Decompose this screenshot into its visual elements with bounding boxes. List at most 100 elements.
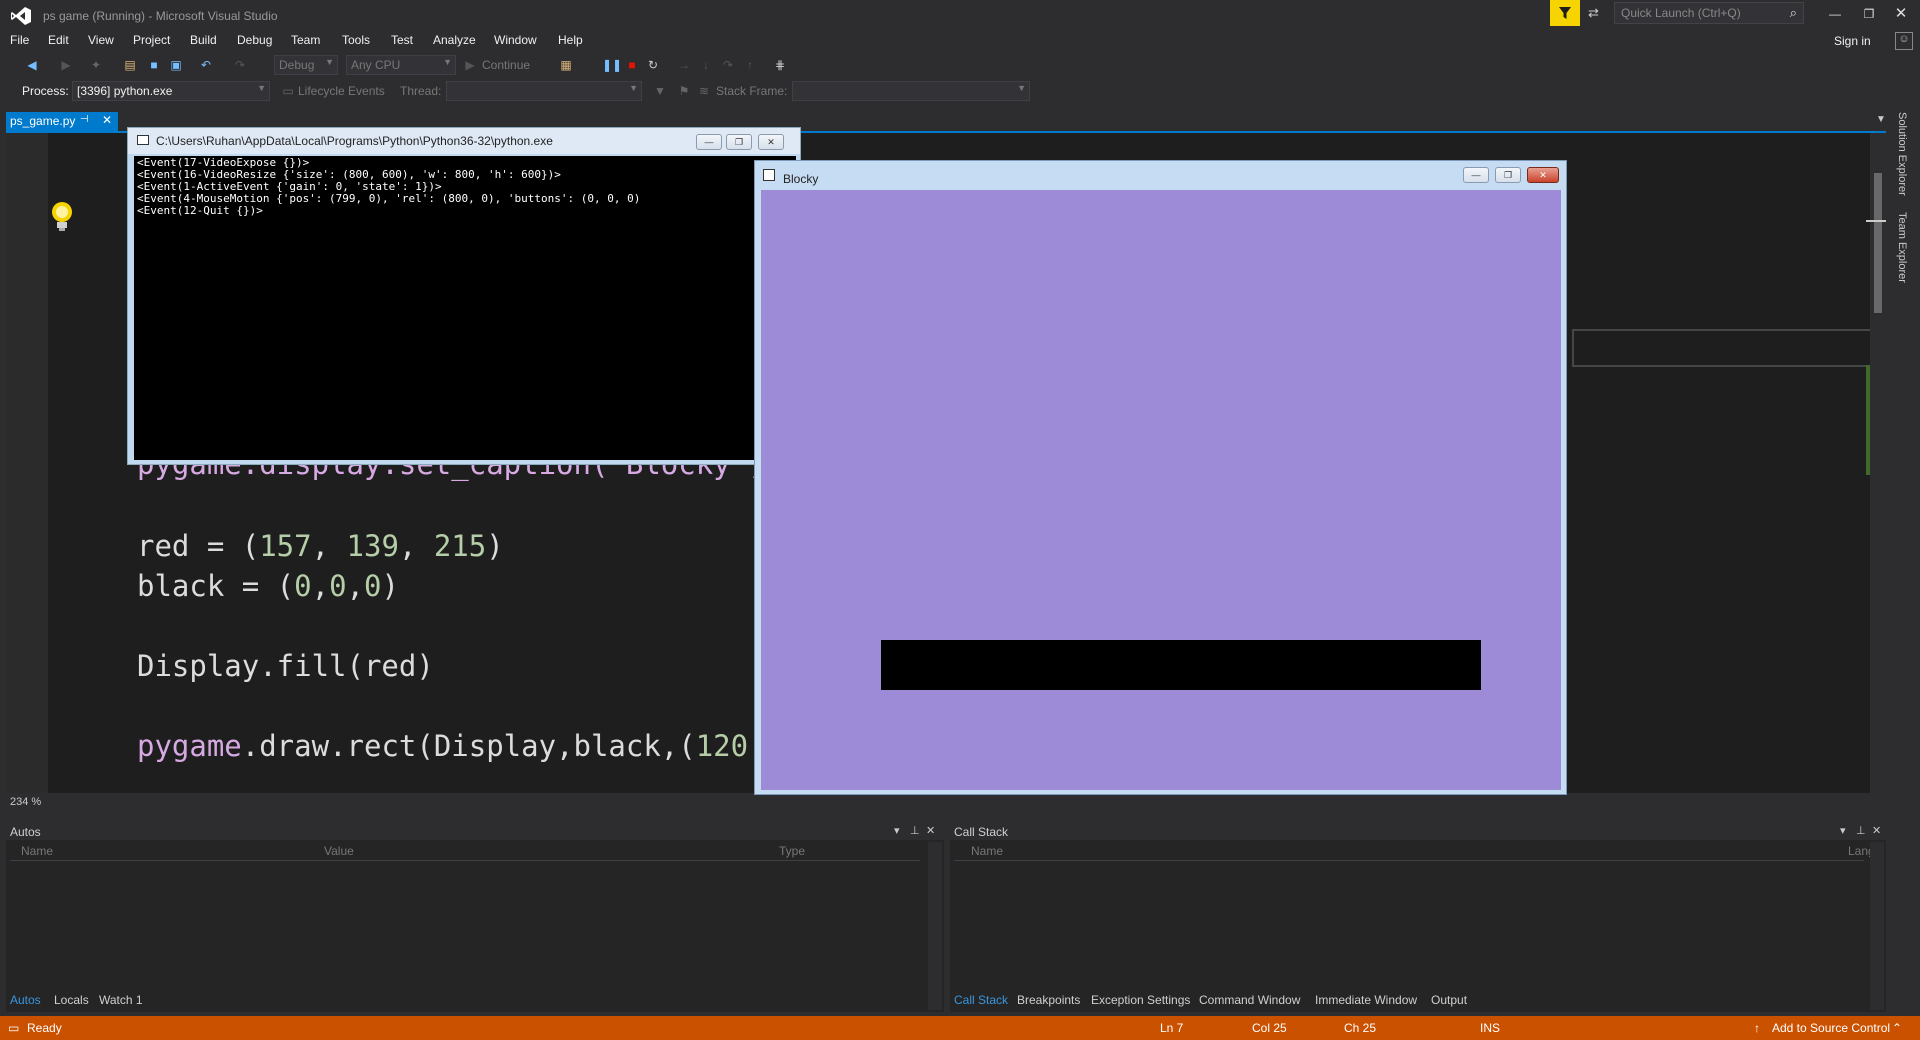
- solution-configuration-select[interactable]: Debug ▼: [274, 55, 338, 75]
- menu-help[interactable]: Help: [558, 33, 583, 47]
- pin-icon[interactable]: ⊣: [80, 114, 89, 125]
- blocky-game-window[interactable]: Blocky — ❐ ✕: [754, 160, 1567, 795]
- pin-icon[interactable]: ⊥: [1856, 824, 1866, 837]
- console-line: <Event(12-Quit {})>: [137, 204, 263, 217]
- menu-view[interactable]: View: [88, 33, 114, 47]
- navigate-forward-icon[interactable]: ▶: [58, 57, 74, 73]
- blocky-close-button[interactable]: ✕: [1527, 167, 1559, 183]
- console-output[interactable]: <Event(17-VideoExpose {})> <Event(16-Vid…: [134, 156, 796, 460]
- step-out-icon[interactable]: ↑: [742, 57, 758, 73]
- autos-column-name[interactable]: Name: [21, 844, 53, 858]
- console-title-bar[interactable]: C:\Users\Ruhan\AppData\Local\Programs\Py…: [128, 128, 800, 154]
- search-icon[interactable]: ⌕: [1790, 5, 1797, 21]
- autos-vertical-scrollbar[interactable]: [928, 842, 942, 1010]
- side-tab-solution-explorer[interactable]: Solution Explorer: [1896, 112, 1908, 196]
- zoom-level-select[interactable]: 234 %: [10, 796, 41, 808]
- tab-locals[interactable]: Locals: [54, 993, 89, 1007]
- process-label: Process:: [22, 84, 69, 98]
- tab-ps-game-py[interactable]: ps_game.py ⊣ ✕: [6, 112, 118, 131]
- blocky-restore-button[interactable]: ❐: [1495, 167, 1521, 183]
- notifications-filter-button[interactable]: [1550, 0, 1580, 26]
- menu-debug[interactable]: Debug: [237, 33, 272, 47]
- menu-project[interactable]: Project: [133, 33, 170, 47]
- minimize-button[interactable]: —: [1822, 4, 1848, 24]
- tab-autos[interactable]: Autos: [10, 993, 41, 1007]
- editor-vertical-scrollbar[interactable]: [1870, 133, 1886, 793]
- window-position-chevron-icon[interactable]: ▾: [1840, 824, 1846, 837]
- restore-button[interactable]: ❐: [1856, 4, 1882, 24]
- flag-threads-icon[interactable]: ▼: [652, 83, 668, 99]
- call-stack-column-name[interactable]: Name: [971, 844, 1003, 858]
- add-to-source-control-button[interactable]: Add to Source Control: [1772, 1021, 1890, 1035]
- process-select[interactable]: [3396] python.exe ▼: [72, 81, 270, 101]
- menu-analyze[interactable]: Analyze: [433, 33, 476, 47]
- scrollbar-thumb[interactable]: [1874, 173, 1882, 313]
- menu-edit[interactable]: Edit: [48, 33, 69, 47]
- close-icon[interactable]: ✕: [1872, 824, 1881, 837]
- tab-breakpoints[interactable]: Breakpoints: [1017, 993, 1080, 1007]
- side-tab-team-explorer[interactable]: Team Explorer: [1896, 212, 1908, 283]
- upload-arrow-icon[interactable]: ↑: [1754, 1021, 1760, 1035]
- menu-file[interactable]: File: [10, 33, 29, 47]
- new-project-icon[interactable]: ✦: [88, 57, 104, 73]
- redo-icon[interactable]: ↷: [232, 57, 248, 73]
- save-icon[interactable]: ■: [146, 57, 162, 73]
- open-file-icon[interactable]: ▤: [122, 57, 138, 73]
- navigate-back-icon[interactable]: ◀: [24, 57, 40, 73]
- window-position-chevron-icon[interactable]: ▾: [894, 824, 900, 837]
- chevron-up-icon[interactable]: ⌃: [1892, 1021, 1902, 1035]
- blocky-minimize-button[interactable]: —: [1463, 167, 1489, 183]
- close-icon[interactable]: ✕: [926, 824, 935, 837]
- lifecycle-events-button[interactable]: Lifecycle Events: [298, 84, 385, 98]
- browser-link-icon[interactable]: ▦: [558, 57, 574, 73]
- autos-column-type[interactable]: Type: [779, 844, 805, 858]
- quick-launch-input[interactable]: Quick Launch (Ctrl+Q) ⌕: [1614, 2, 1804, 24]
- tab-exception-settings[interactable]: Exception Settings: [1091, 993, 1190, 1007]
- show-flagged-threads-icon[interactable]: ⚑: [676, 83, 692, 99]
- stop-debugging-icon[interactable]: ■: [624, 57, 640, 73]
- feedback-icon[interactable]: ⇄: [1588, 5, 1608, 21]
- tab-immediate-window[interactable]: Immediate Window: [1315, 993, 1417, 1007]
- pin-icon[interactable]: ⊥: [910, 824, 920, 837]
- thread-select[interactable]: ▼: [446, 81, 642, 101]
- tab-output[interactable]: Output: [1431, 993, 1467, 1007]
- tab-watch-1[interactable]: Watch 1: [99, 993, 143, 1007]
- status-ready-icon: ▭: [8, 1021, 20, 1035]
- close-button[interactable]: ✕: [1888, 4, 1914, 24]
- tab-command-window[interactable]: Command Window: [1199, 993, 1300, 1007]
- solution-platform-select[interactable]: Any CPU ▼: [346, 55, 456, 75]
- blocky-window-icon: [763, 169, 775, 181]
- undo-icon[interactable]: ↶: [198, 57, 214, 73]
- menu-team[interactable]: Team: [291, 33, 320, 47]
- blocky-canvas[interactable]: [761, 190, 1561, 790]
- python-console-window[interactable]: C:\Users\Ruhan\AppData\Local\Programs\Py…: [127, 127, 801, 465]
- menu-window[interactable]: Window: [494, 33, 537, 47]
- menu-test[interactable]: Test: [391, 33, 413, 47]
- autos-column-value[interactable]: Value: [324, 844, 354, 858]
- break-all-icon[interactable]: ❚❚: [602, 57, 622, 73]
- show-next-statement-icon[interactable]: →: [676, 57, 692, 73]
- lightbulb-icon[interactable]: [50, 200, 74, 234]
- hex-display-icon[interactable]: ⋕: [772, 57, 788, 73]
- tab-overflow-chevron-icon[interactable]: ▼: [1876, 114, 1886, 125]
- console-minimize-button[interactable]: —: [696, 134, 722, 150]
- status-char: Ch 25: [1344, 1021, 1377, 1035]
- menu-tools[interactable]: Tools: [342, 33, 370, 47]
- account-icon[interactable]: ☺: [1895, 32, 1913, 50]
- column-divider: [954, 860, 1864, 861]
- step-over-icon[interactable]: ↷: [720, 57, 736, 73]
- step-into-icon[interactable]: ↓: [698, 57, 714, 73]
- call-stack-vertical-scrollbar[interactable]: [1870, 842, 1884, 1010]
- tab-call-stack[interactable]: Call Stack: [954, 993, 1008, 1007]
- sign-in-link[interactable]: Sign in: [1834, 34, 1871, 48]
- console-close-button[interactable]: ✕: [758, 134, 784, 150]
- menu-build[interactable]: Build: [190, 33, 217, 47]
- title-bar: ps game (Running) - Microsoft Visual Stu…: [0, 0, 1920, 32]
- close-icon[interactable]: ✕: [102, 113, 112, 127]
- save-all-icon[interactable]: ▣: [168, 57, 184, 73]
- restart-icon[interactable]: ↻: [645, 57, 661, 73]
- continue-icon[interactable]: ▶: [462, 57, 478, 73]
- stack-frame-select[interactable]: ▼: [792, 81, 1030, 101]
- continue-button[interactable]: Continue: [482, 58, 530, 72]
- console-restore-button[interactable]: ❐: [726, 134, 752, 150]
